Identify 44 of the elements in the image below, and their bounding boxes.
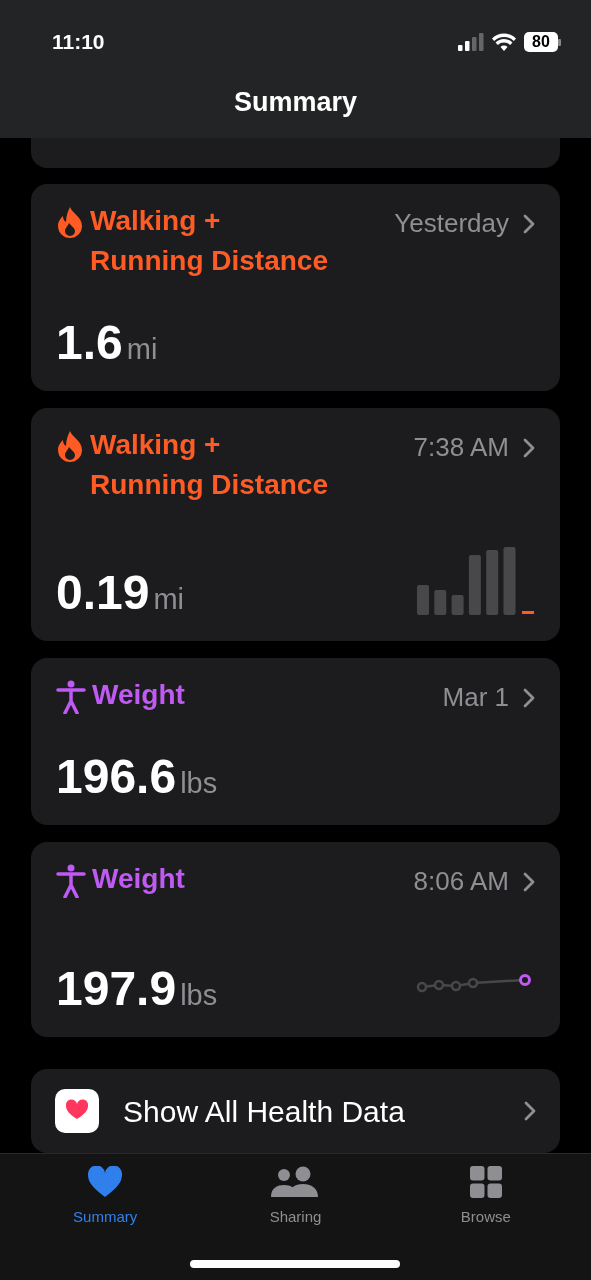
wifi-icon bbox=[492, 33, 516, 51]
value-number: 197.9 bbox=[56, 964, 177, 1013]
tab-button[interactable]: Sharing bbox=[235, 1166, 356, 1229]
chevron-icon bbox=[523, 687, 535, 708]
grid-icon bbox=[469, 1166, 502, 1198]
value-number: 196.6 bbox=[56, 752, 177, 801]
health-app-icon bbox=[55, 1089, 99, 1133]
value-unit: lbs bbox=[180, 977, 218, 1013]
flame-icon bbox=[56, 430, 84, 462]
signal-icon bbox=[458, 33, 484, 51]
battery-level: 80 bbox=[524, 32, 558, 52]
page-title: Summary bbox=[232, 86, 359, 119]
tab-button[interactable]: Browse bbox=[425, 1166, 546, 1229]
chevron-icon bbox=[523, 871, 535, 892]
value-unit: mi bbox=[126, 331, 158, 367]
value-number: 1.6 bbox=[56, 318, 123, 367]
summary-card[interactable]: Walking + Running Distance 7:38 AM 0.19 mi bbox=[31, 408, 560, 641]
card-title: Weight bbox=[92, 678, 185, 712]
flame-icon bbox=[56, 206, 84, 238]
value-unit: mi bbox=[153, 581, 185, 617]
value-unit: lbs bbox=[180, 765, 218, 801]
card-time: 7:38 AM bbox=[413, 431, 509, 464]
people-icon bbox=[271, 1166, 320, 1198]
figure-icon bbox=[56, 680, 86, 714]
card-time: 8:06 AM bbox=[413, 865, 509, 898]
battery-tip-icon bbox=[558, 38, 561, 46]
figure-icon bbox=[56, 864, 86, 898]
chevron-icon bbox=[524, 1101, 536, 1121]
card-title: Weight bbox=[92, 862, 185, 896]
summary-card[interactable]: Weight Mar 1 196.6 lbs bbox=[31, 658, 560, 825]
card-title: Walking + Running Distance bbox=[90, 204, 328, 278]
card-time: Mar 1 bbox=[442, 681, 509, 714]
show-all-button[interactable]: Show All Health Data bbox=[31, 1069, 560, 1153]
chevron-icon bbox=[523, 213, 535, 234]
card-time: Yesterday bbox=[394, 207, 509, 240]
value-number: 0.19 bbox=[56, 568, 150, 617]
summary-card[interactable]: Walking + Running Distance Yesterday 1.6 mi bbox=[31, 184, 560, 391]
card-title: Walking + Running Distance bbox=[90, 428, 328, 502]
summary-card[interactable]: Weight 8:06 AM 197.9 lbs bbox=[31, 842, 560, 1037]
tab-button[interactable]: Summary bbox=[45, 1166, 166, 1229]
status-time: 11:10 bbox=[52, 29, 105, 56]
heart-icon bbox=[87, 1166, 124, 1198]
chevron-icon bbox=[523, 437, 535, 458]
show-all-label: Show All Health Data bbox=[123, 1093, 406, 1130]
